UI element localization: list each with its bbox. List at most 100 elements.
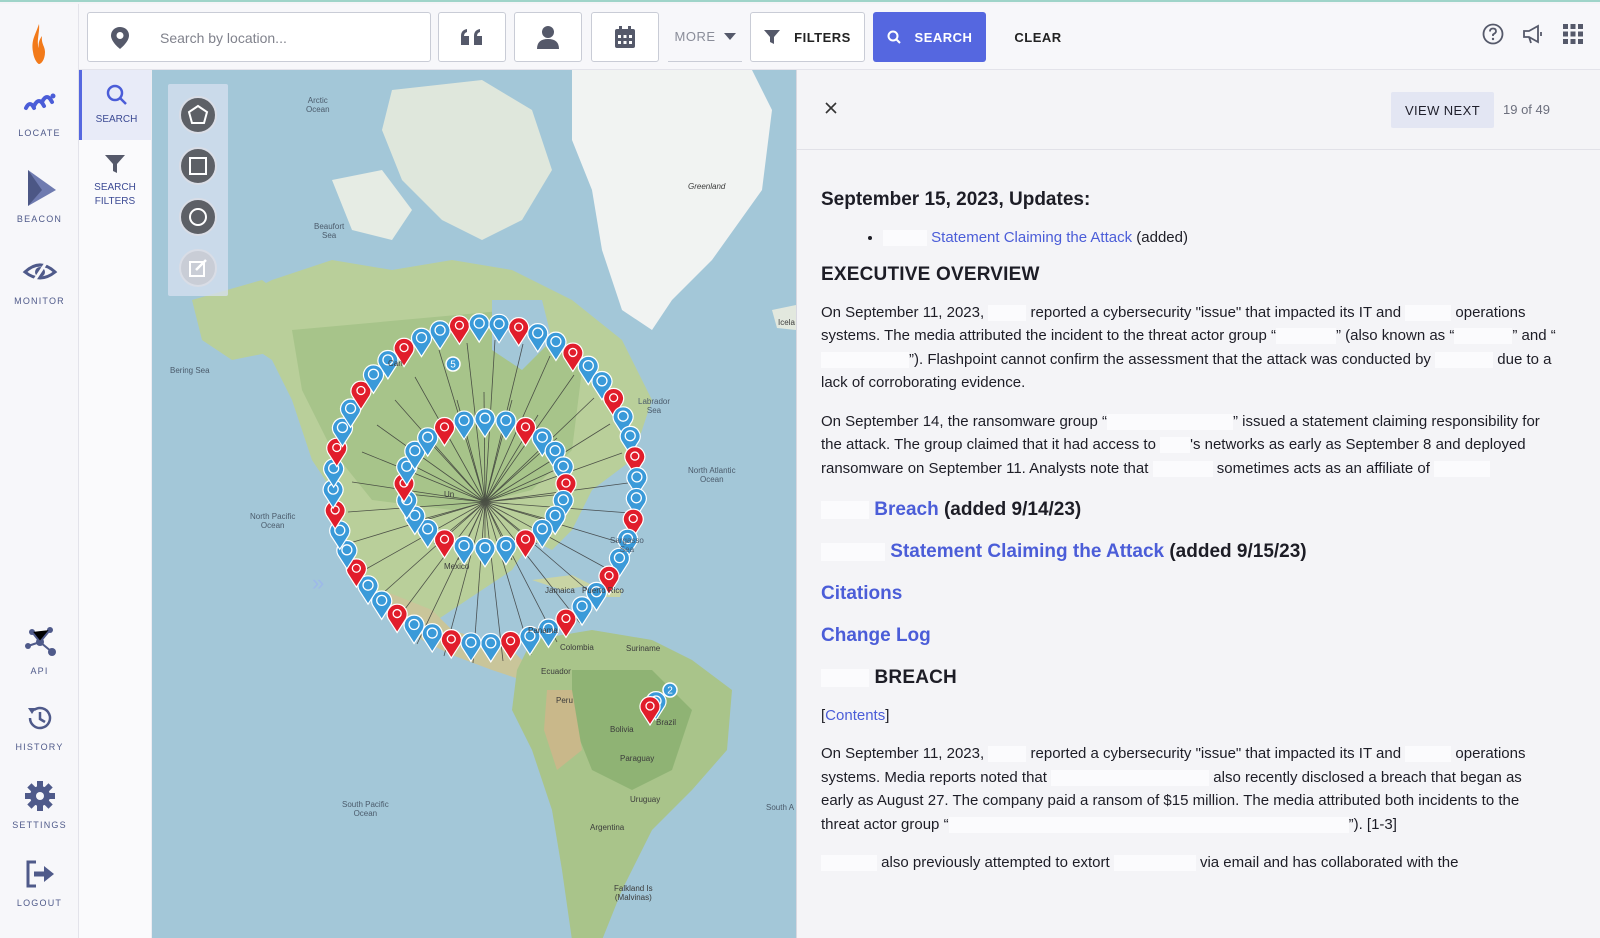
view-next-button[interactable]: VIEW NEXT xyxy=(1391,92,1494,128)
clear-button[interactable]: CLEAR xyxy=(999,12,1077,62)
toc-citations-row: Citations xyxy=(821,582,1556,624)
polygon-draw-tool[interactable] xyxy=(179,96,217,134)
map-label-north-atlantic: North Atlantic Ocean xyxy=(688,466,736,484)
announcement-icon[interactable] xyxy=(1522,23,1544,45)
rail-item-logout[interactable]: LOGOUT xyxy=(0,856,79,908)
rail-item-label: BEACON xyxy=(16,214,63,224)
globe-marker-icon[interactable] xyxy=(495,410,517,441)
map-label-us: Un xyxy=(444,490,455,499)
map-label-north-pacific: North Pacific Ocean xyxy=(250,512,296,530)
globe-marker-icon[interactable] xyxy=(410,327,433,358)
toc-statement-link[interactable]: Statement Claiming the Attack xyxy=(890,541,1164,562)
map-label-canada: Can xyxy=(388,359,403,368)
report-body: September 15, 2023, Updates: Statement C… xyxy=(821,188,1556,890)
overview-paragraph-2: On September 14, the ransomware group “”… xyxy=(821,412,1540,477)
toc-breach-link[interactable]: Breach xyxy=(874,499,938,520)
circle-draw-tool[interactable] xyxy=(179,198,217,236)
globe-marker-icon[interactable] xyxy=(403,614,425,645)
map-draw-tools xyxy=(168,84,228,296)
contents-link-row: [Contents] xyxy=(821,706,890,724)
map-label-panama: Panama xyxy=(528,626,558,635)
map-label-jamaica: Jamaica xyxy=(545,586,575,595)
email-marker-icon[interactable] xyxy=(440,629,462,660)
left-nav-rail: LOCATE BEACON MONITOR API HISTORY SETTIN… xyxy=(0,4,79,938)
update-item-link[interactable]: Statement Claiming the Attack xyxy=(931,229,1132,246)
expand-panel-chevron-icon[interactable]: » xyxy=(312,570,324,596)
toc-breach-row: Breach (added 9/14/23) xyxy=(821,498,1556,540)
map-label-arctic: Arctic Ocean xyxy=(306,96,330,114)
map-markers-layer: 52 xyxy=(322,313,678,727)
rail-item-label: LOGOUT xyxy=(16,898,63,908)
person-search-button[interactable] xyxy=(514,12,582,62)
apps-grid-icon[interactable] xyxy=(1562,23,1584,45)
rail-item-settings[interactable]: SETTINGS xyxy=(0,778,79,830)
contents-link[interactable]: Contents xyxy=(825,707,885,724)
email-marker-icon[interactable] xyxy=(508,317,530,348)
subnav-search[interactable]: SEARCH xyxy=(79,70,151,140)
quote-search-button[interactable] xyxy=(438,12,506,62)
map-label-uruguay: Uruguay xyxy=(630,795,661,804)
search-button[interactable]: SEARCH xyxy=(873,12,986,62)
globe-marker-icon[interactable] xyxy=(527,322,549,354)
eye-icon xyxy=(22,259,57,285)
person-icon xyxy=(537,26,559,49)
rail-item-label: MONITOR xyxy=(14,296,65,306)
beacon-icon xyxy=(27,170,56,206)
location-search-input[interactable] xyxy=(160,27,410,49)
map-label-brazil: Brazil xyxy=(656,718,677,727)
search-icon xyxy=(887,30,901,44)
globe-marker-icon[interactable] xyxy=(421,623,443,654)
globe-marker-icon[interactable] xyxy=(488,313,510,344)
globe-marker-icon[interactable] xyxy=(474,408,496,439)
result-pager: 19 of 49 xyxy=(1503,102,1550,117)
map-label-south-atlantic: South A xyxy=(766,803,795,812)
globe-marker-icon[interactable] xyxy=(480,632,502,663)
filters-button[interactable]: FILTERS xyxy=(750,12,865,62)
email-marker-icon[interactable] xyxy=(555,608,577,639)
close-icon[interactable] xyxy=(824,101,838,115)
rail-item-history[interactable]: HISTORY xyxy=(0,700,79,752)
globe-marker-icon[interactable] xyxy=(460,632,482,663)
email-marker-icon[interactable] xyxy=(499,630,522,661)
map-label-ecuador: Ecuador xyxy=(541,667,571,676)
rectangle-icon xyxy=(189,157,207,175)
rail-item-label: HISTORY xyxy=(15,742,64,752)
map-label-labrador: Labrador Sea xyxy=(638,397,671,415)
help-icon[interactable] xyxy=(1482,23,1504,45)
globe-marker-icon[interactable] xyxy=(453,410,475,441)
rail-item-label: LOCATE xyxy=(18,128,61,138)
more-dropdown[interactable]: MORE xyxy=(668,12,742,62)
globe-marker-icon[interactable] xyxy=(429,320,451,351)
rail-item-monitor[interactable]: MONITOR xyxy=(0,254,79,306)
edit-draw-tool[interactable] xyxy=(179,249,217,287)
map-label-beaufort: Beaufort Sea xyxy=(314,222,345,240)
filter-icon xyxy=(764,30,781,44)
rail-item-label: SETTINGS xyxy=(12,820,67,830)
view-next-label: VIEW NEXT xyxy=(1404,102,1481,118)
map-label-sargasso: Sargasso Sea xyxy=(610,536,644,554)
rectangle-draw-tool[interactable] xyxy=(179,147,217,185)
toc-citations-link[interactable]: Citations xyxy=(821,583,902,604)
map-label-paraguay: Paraguay xyxy=(620,754,655,763)
map-label-south-pacific: South Pacific Ocean xyxy=(342,800,389,818)
date-search-button[interactable] xyxy=(591,12,659,62)
rail-item-api[interactable]: API xyxy=(0,624,79,676)
toc-statement-row: Statement Claiming the Attack (added 9/1… xyxy=(821,540,1556,582)
subnav-search-filters[interactable]: SEARCH FILTERS xyxy=(79,140,151,210)
globe-marker-icon[interactable] xyxy=(474,537,496,568)
toc-changelog-link[interactable]: Change Log xyxy=(821,625,931,646)
globe-marker-icon[interactable] xyxy=(495,535,517,566)
rail-item-beacon[interactable]: BEACON xyxy=(0,168,79,224)
more-label: MORE xyxy=(674,29,716,44)
logout-icon xyxy=(26,860,54,888)
email-marker-icon[interactable] xyxy=(433,529,456,560)
results-map[interactable]: 52 Arctic Ocean Greenland Beaufort Sea B… xyxy=(152,70,796,938)
rail-item-locate[interactable]: LOCATE xyxy=(0,86,79,138)
map-label-greenland: Greenland xyxy=(688,182,726,191)
email-marker-icon[interactable] xyxy=(448,315,471,346)
email-marker-icon[interactable] xyxy=(514,529,537,560)
map-label-suriname: Suriname xyxy=(626,644,661,653)
globe-marker-icon[interactable] xyxy=(468,313,490,344)
globe-marker-icon[interactable] xyxy=(453,535,475,566)
api-icon xyxy=(24,627,56,656)
